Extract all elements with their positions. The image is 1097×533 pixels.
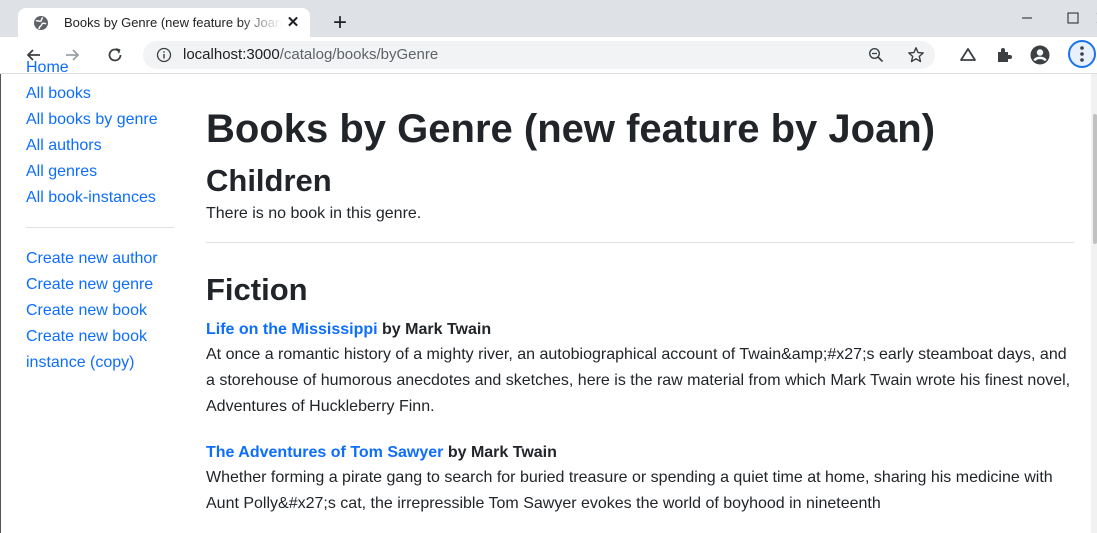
- url-path: /catalog/books/byGenre: [279, 46, 439, 63]
- sidebar-link-all-books[interactable]: All books: [26, 81, 186, 107]
- book-author: by Mark Twain: [443, 444, 557, 461]
- browser-tab[interactable]: Books by Genre (new feature by Joan) ✕: [18, 8, 310, 37]
- sidebar-link-create-genre[interactable]: Create new genre: [26, 272, 186, 298]
- minimize-icon[interactable]: [1004, 0, 1050, 36]
- star-icon[interactable]: [907, 46, 925, 64]
- zoom-out-icon[interactable]: [868, 47, 884, 63]
- sidebar-link-all-book-instances[interactable]: All book-instances: [26, 185, 186, 211]
- sidebar-link-create-book[interactable]: Create new book: [26, 298, 186, 324]
- book-heading: Life on the Mississippi by Mark Twain: [206, 319, 1076, 341]
- genre-section: Children There is no book in this genre.: [206, 162, 1076, 243]
- book-summary: Whether forming a pirate gang to search …: [206, 469, 1053, 512]
- book-title-link[interactable]: Life on the Mississippi: [206, 321, 378, 338]
- sidebar-link-home[interactable]: Home: [26, 55, 186, 81]
- genre-divider: [206, 242, 1074, 243]
- book-heading: The Adventures of Tom Sawyer by Mark Twa…: [206, 442, 1076, 464]
- url-text[interactable]: localhost:3000/catalog/books/byGenre: [183, 46, 438, 64]
- vertical-scrollbar[interactable]: [1091, 74, 1097, 533]
- book-title-link[interactable]: The Adventures of Tom Sawyer: [206, 444, 443, 461]
- sidebar-link-all-books-by-genre[interactable]: All books by genre: [26, 107, 186, 133]
- book-item: Life on the Mississippi by Mark Twain At…: [206, 319, 1076, 420]
- page-title: Books by Genre (new feature by Joan): [206, 107, 936, 151]
- scrollbar-thumb[interactable]: [1093, 114, 1097, 244]
- book-author: by Mark Twain: [377, 321, 492, 338]
- sidebar: Home All books All books by genre All au…: [26, 55, 186, 376]
- puzzle-icon[interactable]: [994, 45, 1014, 65]
- sidebar-divider: [26, 227, 174, 228]
- tab-title: Books by Genre (new feature by Joan): [64, 15, 282, 30]
- sidebar-link-create-book-instance[interactable]: Create new book instance (copy): [26, 324, 186, 376]
- tab-strip: Books by Genre (new feature by Joan) ✕ +: [0, 0, 1097, 37]
- address-bar[interactable]: localhost:3000/catalog/books/byGenre: [143, 41, 935, 69]
- cloud-icon[interactable]: [958, 45, 978, 65]
- close-icon[interactable]: ✕: [284, 14, 302, 32]
- genre-heading: Children: [206, 163, 332, 198]
- sidebar-link-all-authors[interactable]: All authors: [26, 133, 186, 159]
- plus-icon[interactable]: +: [328, 11, 352, 36]
- sidebar-link-create-author[interactable]: Create new author: [26, 246, 186, 272]
- url-host: localhost:3000: [183, 46, 280, 63]
- sidebar-link-all-genres[interactable]: All genres: [26, 159, 186, 185]
- book-item: The Adventures of Tom Sawyer by Mark Twa…: [206, 442, 1076, 517]
- globe-icon: [34, 16, 48, 30]
- book-summary: At once a romantic history of a mighty r…: [206, 346, 1071, 415]
- genre-heading: Fiction: [206, 272, 308, 307]
- profile-icon[interactable]: [1030, 45, 1050, 65]
- maximize-icon[interactable]: [1050, 0, 1096, 36]
- genre-section: Fiction Life on the Mississippi by Mark …: [206, 271, 1076, 517]
- menu-icon[interactable]: [1068, 40, 1096, 68]
- empty-genre-message: There is no book in this genre.: [206, 205, 422, 222]
